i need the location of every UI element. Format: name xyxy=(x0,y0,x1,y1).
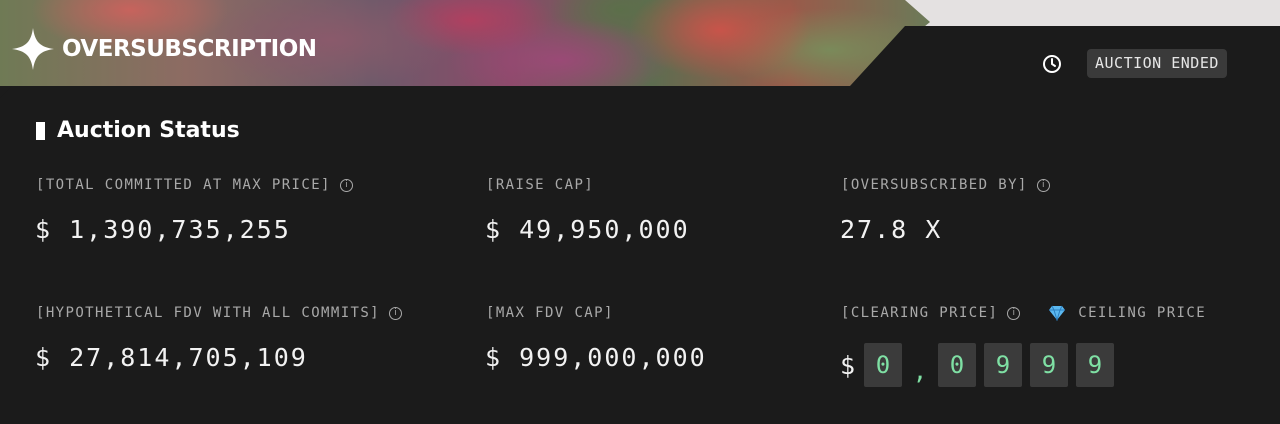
info-icon[interactable]: i xyxy=(389,306,403,320)
total-committed-value: $ 1,390,735,255 xyxy=(35,215,291,244)
raise-cap-value: $ 49,950,000 xyxy=(485,215,690,244)
currency-symbol: $ xyxy=(840,350,856,380)
section-title: Auction Status xyxy=(36,118,240,143)
gem-icon xyxy=(1049,305,1066,321)
info-icon[interactable]: i xyxy=(1007,306,1021,320)
brand-name: OVERSUBSCRIPTION xyxy=(62,36,317,62)
fdv-label: [HYPOTHETICAL FDV WITH ALL COMMITS] i xyxy=(36,305,403,321)
info-icon[interactable]: i xyxy=(1036,178,1050,192)
price-digit: 0 xyxy=(938,343,976,387)
oversubscribed-label: [OVERSUBSCRIBED BY] i xyxy=(841,177,1050,193)
price-digit: 0 xyxy=(864,343,902,387)
info-icon[interactable]: i xyxy=(339,178,353,192)
section-title-text: Auction Status xyxy=(57,118,240,143)
sparkle-icon xyxy=(12,28,54,70)
clearing-price-display: $ 0 , 0 9 9 9 xyxy=(840,343,1122,387)
raise-cap-label: [RAISE CAP] xyxy=(486,177,595,193)
price-digit: 9 xyxy=(984,343,1022,387)
auction-ended-badge: AUCTION ENDED xyxy=(1087,49,1227,78)
ceiling-price-label: CEILING PRICE xyxy=(1078,305,1207,321)
price-digit: 9 xyxy=(1030,343,1068,387)
oversubscribed-value: 27.8 X xyxy=(840,215,943,244)
clearing-price-label: [CLEARING PRICE] i CEILING PRICE xyxy=(841,305,1207,321)
price-digit: 9 xyxy=(1076,343,1114,387)
clock-icon xyxy=(1043,55,1061,73)
fdv-value: $ 27,814,705,109 xyxy=(35,343,308,372)
max-fdv-value: $ 999,000,000 xyxy=(485,343,707,372)
max-fdv-label: [MAX FDV CAP] xyxy=(486,305,614,321)
price-separator: , xyxy=(912,357,928,385)
total-committed-label: [TOTAL COMMITTED AT MAX PRICE] i xyxy=(36,177,353,193)
brand-logo[interactable]: OVERSUBSCRIPTION xyxy=(10,26,317,72)
title-bar-marker xyxy=(36,121,45,140)
